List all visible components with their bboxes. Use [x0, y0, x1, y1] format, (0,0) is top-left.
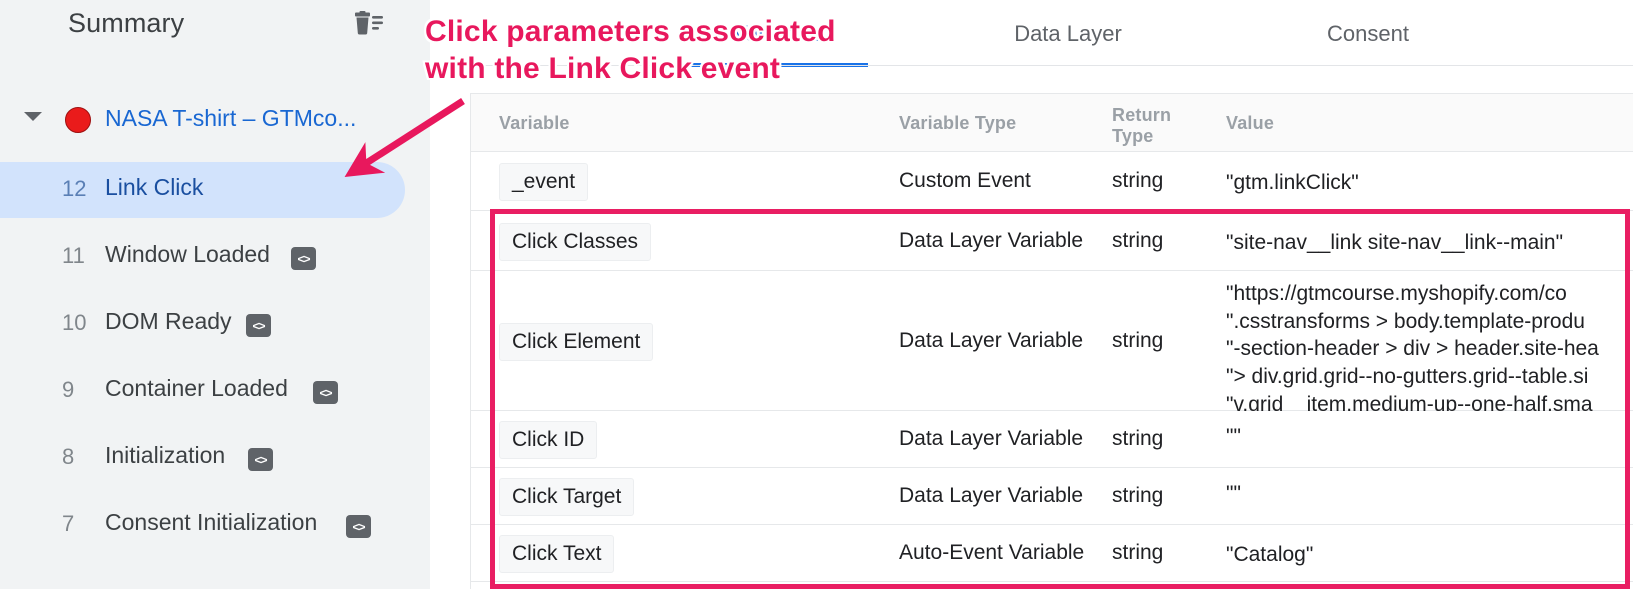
cell-variable: Click Element	[499, 323, 653, 361]
gtm-preview-screenshot: Summary NASA T-shirt – GTMco... 12 Link …	[0, 0, 1633, 589]
cell-return-type: string	[1112, 541, 1163, 565]
cell-variable: Click Text	[499, 535, 614, 573]
table-row[interactable]: Click Text Auto-Event Variable string "C…	[471, 525, 1633, 582]
event-label: Container Loaded	[105, 375, 288, 402]
cell-return-type: string	[1112, 169, 1163, 193]
cell-variable-type: Data Layer Variable	[899, 484, 1083, 508]
sidebar-event-dom-ready[interactable]: 10 DOM Ready <>	[0, 296, 405, 352]
tab-label: Data Layer	[1014, 21, 1122, 47]
column-header-variable-type: Variable Type	[899, 94, 1016, 152]
page-title: Summary	[68, 8, 184, 39]
event-label: Consent Initialization	[105, 509, 317, 536]
event-index: 8	[62, 444, 98, 470]
container-name[interactable]: NASA T-shirt – GTMco...	[105, 105, 356, 132]
sidebar-event-container-loaded[interactable]: 9 Container Loaded <>	[0, 363, 405, 419]
callout-text: Click parameters associated with the Lin…	[425, 14, 836, 87]
code-icon: <>	[346, 515, 371, 538]
tab-label: Consent	[1327, 21, 1409, 47]
code-icon: <>	[291, 247, 316, 270]
container-tree-root[interactable]: NASA T-shirt – GTMco...	[0, 100, 430, 140]
return-type-line-2: Type	[1112, 126, 1171, 147]
cell-return-type: string	[1112, 427, 1163, 451]
table-row[interactable]: _event Custom Event string "gtm.linkClic…	[471, 152, 1633, 211]
cell-value: "gtm.linkClick"	[1226, 169, 1359, 197]
column-header-variable: Variable	[499, 94, 570, 152]
tab-data-layer[interactable]: Data Layer	[978, 0, 1158, 67]
event-label: DOM Ready	[105, 308, 232, 335]
sidebar-event-window-loaded[interactable]: 11 Window Loaded <>	[0, 229, 405, 285]
cell-variable: Click Classes	[499, 223, 651, 261]
event-label: Window Loaded	[105, 241, 270, 268]
code-icon: <>	[313, 381, 338, 404]
event-label: Initialization	[105, 442, 225, 469]
cell-variable-type: Auto-Event Variable	[899, 541, 1084, 565]
sidebar-event-link-click[interactable]: 12 Link Click	[0, 162, 405, 218]
cell-variable-type: Data Layer Variable	[899, 229, 1083, 253]
code-icon: <>	[246, 314, 271, 337]
sidebar-event-consent-initialization[interactable]: 7 Consent Initialization <>	[0, 497, 405, 553]
sidebar-header: Summary	[0, 0, 430, 58]
cell-variable-type: Data Layer Variable	[899, 427, 1083, 451]
cell-return-type: string	[1112, 329, 1163, 353]
summary-sidebar: Summary NASA T-shirt – GTMco... 12 Link …	[0, 0, 430, 589]
variables-table: Variable Variable Type Return Type Value…	[470, 93, 1633, 589]
event-index: 7	[62, 511, 98, 537]
table-row[interactable]: Click Classes Data Layer Variable string…	[471, 211, 1633, 271]
cell-variable: Click Target	[499, 478, 634, 516]
cell-value: ""	[1226, 423, 1241, 451]
chevron-down-icon[interactable]	[24, 112, 42, 121]
status-dot-icon	[65, 107, 91, 133]
code-icon: <>	[248, 448, 273, 471]
cell-variable-type: Custom Event	[899, 169, 1031, 193]
cell-value: "Catalog"	[1226, 541, 1313, 569]
column-header-return-type: Return Type	[1112, 94, 1171, 152]
event-index: 9	[62, 377, 98, 403]
cell-variable: Click ID	[499, 421, 597, 459]
main-panel: Variables Data Layer Consent Variable Va…	[430, 0, 1633, 589]
table-row[interactable]: Click ID Data Layer Variable string ""	[471, 411, 1633, 468]
event-label: Link Click	[105, 174, 203, 201]
cell-value: ""	[1226, 480, 1241, 508]
cell-variable: _event	[499, 163, 588, 201]
event-index: 11	[62, 243, 98, 269]
tab-consent[interactable]: Consent	[1278, 0, 1458, 67]
cell-variable-type: Data Layer Variable	[899, 329, 1083, 353]
sidebar-event-initialization[interactable]: 8 Initialization <>	[0, 430, 405, 486]
event-index: 10	[62, 310, 98, 336]
table-header-row: Variable Variable Type Return Type Value	[471, 94, 1633, 152]
table-row[interactable]: Click Target Data Layer Variable string …	[471, 468, 1633, 525]
cell-return-type: string	[1112, 484, 1163, 508]
cell-value: "site-nav__link site-nav__link--main"	[1226, 229, 1563, 257]
table-row[interactable]: Click Element Data Layer Variable string…	[471, 271, 1633, 411]
column-header-value: Value	[1226, 94, 1274, 152]
trash-icon[interactable]	[350, 8, 386, 40]
return-type-line-1: Return	[1112, 105, 1171, 126]
event-index: 12	[62, 176, 98, 202]
cell-return-type: string	[1112, 229, 1163, 253]
